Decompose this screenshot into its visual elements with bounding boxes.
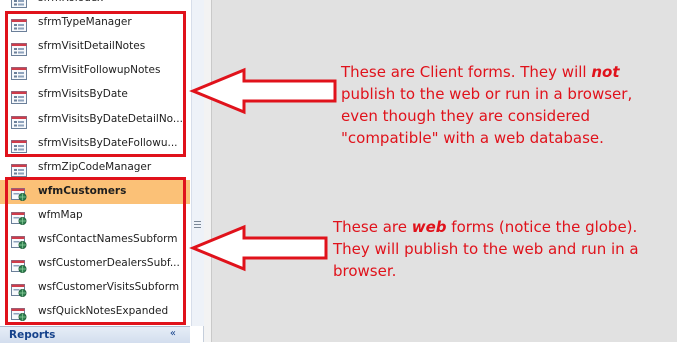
client-arrow-icon (189, 67, 337, 115)
web-forms-note: These are web forms (notice the globe). … (333, 216, 639, 282)
web-note-line1-post: forms (notice the globe). (446, 218, 638, 236)
client-forms-note: These are Client forms. They will not pu… (341, 61, 632, 149)
client-note-line1: These are Client forms. They will (341, 63, 592, 81)
web-note-line1-pre: These are (333, 218, 412, 236)
client-note-emphasis: not (591, 63, 620, 81)
web-note-line2: They will publish to the web and run in … (333, 240, 639, 258)
web-arrow-icon (189, 224, 328, 272)
client-note-line4: "compatible" with a web database. (341, 129, 604, 147)
web-note-emphasis: web (411, 218, 447, 236)
web-note-line3: browser. (333, 262, 397, 280)
client-note-line2: publish to the web or run in a browser, (341, 85, 633, 103)
client-note-line3: even though they are considered (341, 107, 591, 125)
annotation-arrows (189, 67, 337, 272)
